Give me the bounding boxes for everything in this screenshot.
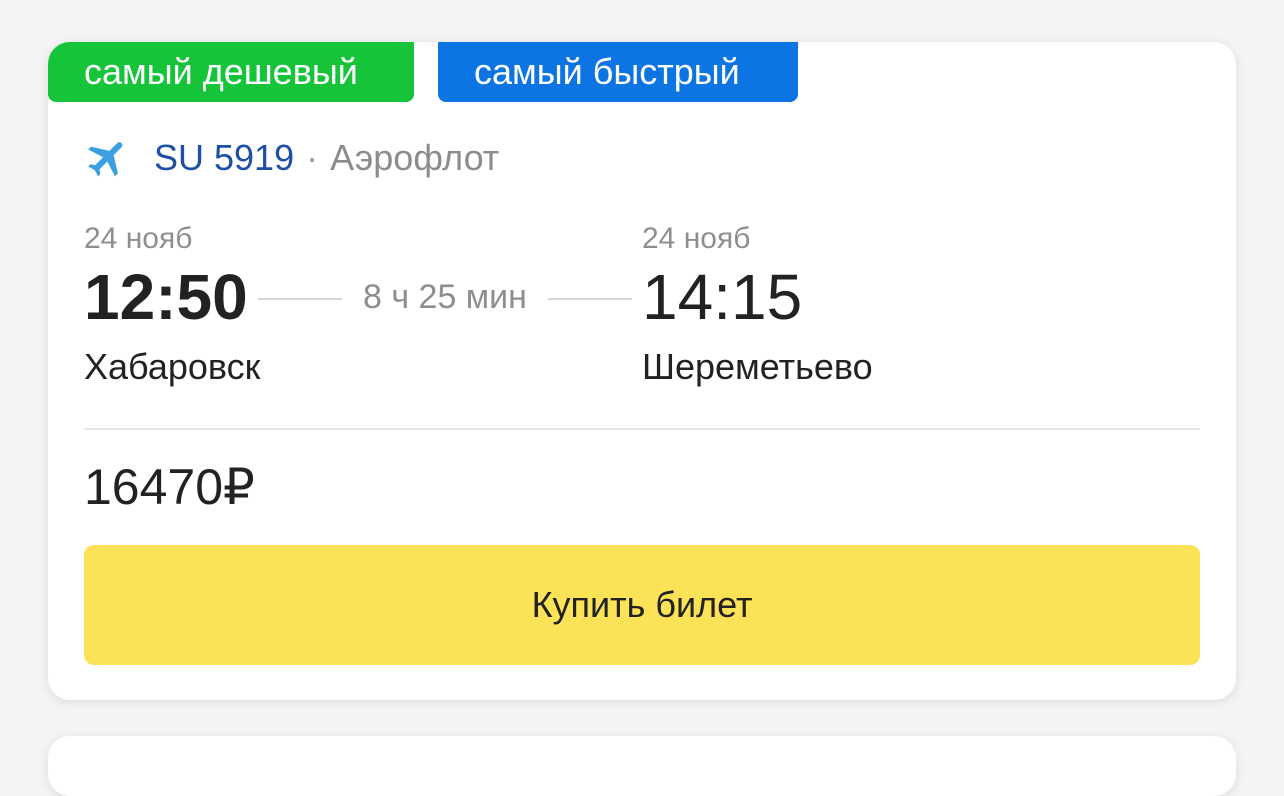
fastest-badge: самый быстрый — [438, 42, 798, 102]
duration-line-left — [258, 298, 342, 300]
ticket-price: 16470₽ — [84, 459, 255, 515]
arrival-city: Шереметьево — [642, 346, 873, 387]
buy-ticket-button[interactable]: Купить билет — [84, 545, 1200, 665]
departure-date: 24 нояб — [84, 222, 193, 255]
next-flight-card[interactable] — [48, 736, 1236, 796]
arrival-time: 14:15 — [642, 261, 803, 333]
cheapest-badge: самый дешевый — [48, 42, 414, 102]
flight-number: SU 5919 — [154, 137, 295, 178]
departure-time: 12:50 — [84, 261, 248, 333]
arrival-date: 24 нояб — [642, 222, 751, 255]
flight-card[interactable]: самый дешевый самый быстрый SU 5919 · Аэ… — [48, 42, 1236, 700]
airline-row: SU 5919 · Аэрофлот — [84, 134, 499, 182]
airplane-icon — [88, 142, 123, 177]
airplane-shape — [88, 142, 123, 177]
departure-city: Хабаровск — [84, 346, 261, 387]
divider — [84, 428, 1200, 430]
separator-dot: · — [306, 137, 319, 178]
airline-name: Аэрофлот — [330, 137, 500, 178]
duration-line-right — [548, 298, 632, 300]
flight-duration: 8 ч 25 мин — [363, 278, 527, 316]
